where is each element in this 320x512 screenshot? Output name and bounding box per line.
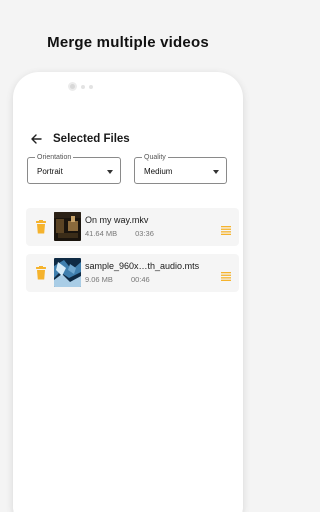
dropdown-caret-icon: [107, 170, 113, 174]
app-bar: Selected Files: [29, 129, 231, 149]
sensor-dot-icon: [81, 84, 85, 89]
file-size: 41.64 MB: [85, 229, 118, 238]
delete-icon[interactable]: [35, 220, 47, 234]
quality-label: Quality: [142, 153, 168, 162]
file-duration: 00:46: [130, 275, 150, 284]
back-arrow-icon[interactable]: [29, 132, 43, 146]
phone-frame: Selected Files Orientation Portrait Qual…: [13, 72, 243, 512]
page-title: Selected Files: [53, 133, 130, 145]
phone-camera: [68, 82, 93, 91]
app-screen: Selected Files Orientation Portrait Qual…: [13, 100, 243, 512]
file-size: 9.06 MB: [85, 275, 113, 284]
drag-handle-icon[interactable]: [221, 222, 231, 235]
drag-handle-icon[interactable]: [221, 268, 231, 281]
options-row: Orientation Portrait Quality Medium: [27, 153, 243, 187]
file-duration: 03:36: [135, 229, 154, 238]
file-item[interactable]: sample_960x…th_audio.mts 9.06 MB 00:46: [26, 254, 239, 292]
promo-headline: Merge multiple videos: [47, 34, 209, 51]
quality-select[interactable]: Quality Medium: [134, 153, 227, 184]
file-meta: 41.64 MB 03:36: [85, 229, 154, 238]
dropdown-caret-icon: [213, 170, 219, 174]
quality-value: Medium: [144, 167, 173, 176]
file-list: On my way.mkv 41.64 MB 03:36 sample_960x…: [26, 208, 239, 300]
video-thumbnail: [54, 258, 81, 287]
sensor-dot-icon: [89, 84, 93, 89]
file-name: On my way.mkv: [85, 215, 149, 225]
file-meta: 9.06 MB 00:46: [85, 275, 150, 284]
orientation-label: Orientation: [35, 153, 74, 162]
orientation-select[interactable]: Orientation Portrait: [27, 153, 121, 184]
file-item[interactable]: On my way.mkv 41.64 MB 03:36: [26, 208, 239, 246]
camera-lens-icon: [68, 82, 77, 91]
delete-icon[interactable]: [35, 266, 47, 280]
file-name: sample_960x…th_audio.mts: [85, 261, 200, 271]
orientation-value: Portrait: [37, 167, 63, 176]
video-thumbnail: [54, 212, 81, 241]
